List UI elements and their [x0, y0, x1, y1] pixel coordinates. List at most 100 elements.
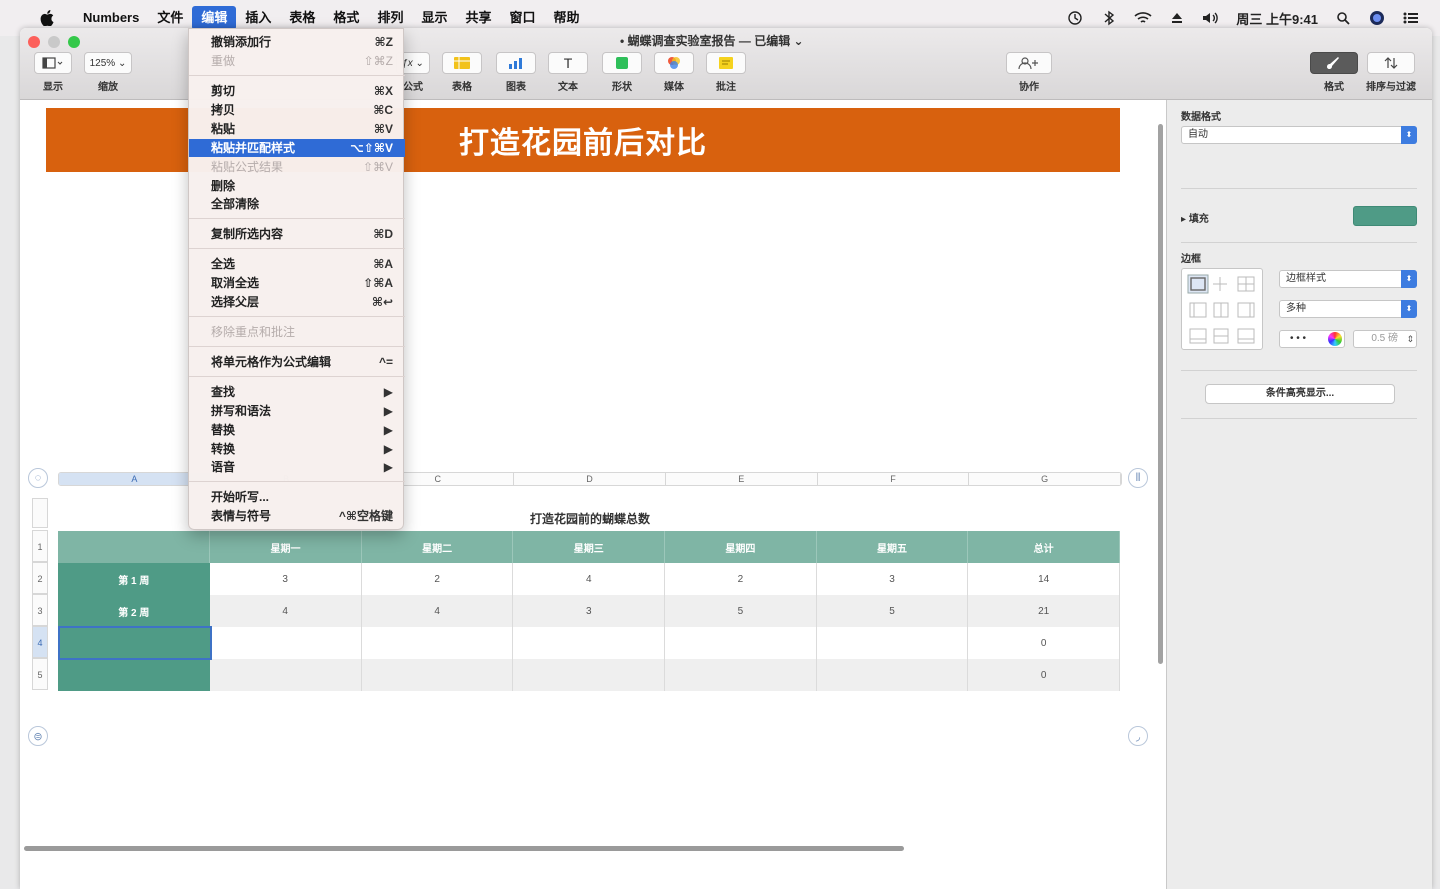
row-header-bar[interactable]: 1 2 3 4 5 — [32, 498, 48, 690]
stepper-icon[interactable]: ⇕ — [1406, 331, 1414, 347]
menu-item-copy[interactable]: 拷贝 ⌘C — [189, 101, 405, 119]
zoom-select[interactable]: 125% ⌄ — [84, 52, 132, 74]
add-row-handle[interactable]: ⊜ — [28, 726, 48, 746]
border-style-select[interactable]: 边框样式 ⬍ — [1279, 270, 1417, 288]
menu-help[interactable]: 帮助 — [545, 6, 589, 30]
menu-item-substitutions[interactable]: 替换 ▶ — [189, 421, 405, 439]
shape-button[interactable] — [602, 52, 642, 74]
header-cell[interactable]: 星期四 — [664, 531, 817, 563]
data-format-select[interactable]: 自动 ⬍ — [1181, 126, 1417, 144]
resize-table-handle[interactable]: ◞ — [1128, 726, 1148, 746]
border-grid-picker[interactable] — [1181, 268, 1263, 350]
table-button[interactable] — [442, 52, 482, 74]
table-cell[interactable]: 14 — [967, 563, 1120, 595]
table-cell[interactable] — [361, 659, 514, 691]
vertical-scrollbar[interactable] — [1158, 124, 1163, 664]
zoom-button[interactable] — [68, 36, 80, 48]
menu-item-paste-match-style[interactable]: 粘贴并匹配样式 ⌥⇧⌘V — [189, 139, 405, 157]
table-cell[interactable] — [209, 659, 362, 691]
menu-window[interactable]: 窗口 — [500, 6, 544, 30]
table-cell[interactable]: 2 — [361, 563, 514, 595]
table-cell[interactable] — [512, 659, 666, 691]
window-title[interactable]: • 蝴蝶调查实验室报告 — 已编辑 ⌄ — [620, 32, 804, 49]
table-cell[interactable] — [664, 627, 817, 659]
bluetooth-icon[interactable] — [1100, 9, 1118, 27]
menu-insert[interactable]: 插入 — [236, 6, 280, 30]
menu-item-find[interactable]: 查找 ▶ — [189, 383, 405, 401]
conditional-highlight-button[interactable]: 条件高亮显示... — [1205, 384, 1395, 404]
banner-title[interactable]: 打造花园前后对比 — [459, 118, 707, 162]
sort-filter-button[interactable] — [1367, 52, 1415, 74]
menu-item-duplicate[interactable]: 复制所选内容 ⌘D — [189, 225, 405, 243]
fill-disclosure[interactable]: ▸ 填充 — [1181, 210, 1209, 225]
header-cell[interactable] — [58, 531, 211, 563]
volume-icon[interactable] — [1202, 9, 1220, 27]
header-cell[interactable]: 总计 — [967, 531, 1120, 563]
border-color-select[interactable]: • • • — [1279, 330, 1345, 348]
menu-item-clear-all[interactable]: 全部清除 — [189, 195, 405, 213]
row-label-cell[interactable] — [58, 659, 210, 691]
table-cell[interactable]: 2 — [664, 563, 817, 595]
menu-item-delete[interactable]: 删除 — [189, 177, 405, 195]
header-cell[interactable]: 星期五 — [816, 531, 969, 563]
table-cell[interactable] — [816, 659, 969, 691]
menu-item-undo[interactable]: 撤销添加行 ⌘Z — [189, 33, 405, 51]
menu-item-cut[interactable]: 剪切 ⌘X — [189, 82, 405, 100]
table-cell[interactable]: 5 — [816, 595, 969, 627]
border-kind-select[interactable]: 多种 ⬍ — [1279, 300, 1417, 318]
menu-item-spelling[interactable]: 拼写和语法 ▶ — [189, 402, 405, 420]
horizontal-scrollbar[interactable] — [24, 846, 904, 851]
menu-share[interactable]: 共享 — [456, 6, 500, 30]
header-cell[interactable]: 星期三 — [512, 531, 666, 563]
notification-center-icon[interactable] — [1402, 9, 1420, 27]
color-wheel-icon[interactable] — [1328, 332, 1342, 346]
table-cell[interactable] — [512, 627, 666, 659]
spotlight-search-icon[interactable] — [1334, 9, 1352, 27]
table-select-handle[interactable]: ◌ — [28, 468, 48, 488]
table-cell[interactable]: 0 — [967, 659, 1120, 691]
data-table[interactable]: 星期一 星期二 星期三 星期四 星期五 总计 第 1 周 3 2 4 2 3 1… — [58, 531, 1120, 691]
table-cell[interactable]: 3 — [816, 563, 969, 595]
table-cell[interactable]: 4 — [361, 595, 514, 627]
text-button[interactable]: T — [548, 52, 588, 74]
row-header-3[interactable]: 3 — [32, 594, 48, 626]
format-button[interactable] — [1310, 52, 1358, 74]
border-width-field[interactable]: 0.5 磅 ⇕ — [1353, 330, 1417, 348]
header-cell[interactable]: 星期一 — [209, 531, 362, 563]
menu-item-start-dictation[interactable]: 开始听写... — [189, 488, 405, 506]
table-cell[interactable] — [664, 659, 817, 691]
menu-table[interactable]: 表格 — [280, 6, 324, 30]
menu-edit[interactable]: 编辑 — [192, 6, 237, 30]
table-cell[interactable] — [816, 627, 969, 659]
row-label-cell[interactable] — [58, 627, 210, 659]
table-cell[interactable]: 21 — [967, 595, 1120, 627]
table-cell[interactable]: 4 — [512, 563, 666, 595]
row-header-1[interactable]: 1 — [32, 530, 48, 562]
table-cell[interactable] — [361, 627, 514, 659]
row-header-5[interactable]: 5 — [32, 658, 48, 690]
column-header-g[interactable]: G — [969, 473, 1121, 485]
menu-item-select-all[interactable]: 全选 ⌘A — [189, 255, 405, 273]
menu-item-speech[interactable]: 语音 ▶ — [189, 458, 405, 476]
table-cell[interactable]: 3 — [512, 595, 666, 627]
comment-button[interactable] — [706, 52, 746, 74]
row-header-4[interactable]: 4 — [32, 626, 48, 658]
apple-icon[interactable] — [38, 9, 56, 27]
collaborate-button[interactable] — [1006, 52, 1052, 74]
chart-button[interactable] — [496, 52, 536, 74]
menu-arrange[interactable]: 排列 — [368, 6, 412, 30]
column-header-d[interactable]: D — [514, 473, 666, 485]
eject-icon[interactable] — [1168, 9, 1186, 27]
table-cell[interactable]: 5 — [664, 595, 817, 627]
header-cell[interactable]: 星期二 — [361, 531, 514, 563]
media-button[interactable] — [654, 52, 694, 74]
column-header-e[interactable]: E — [665, 473, 818, 485]
menu-item-select-parent[interactable]: 选择父层 ⌘↩ — [189, 293, 405, 311]
close-button[interactable] — [28, 36, 40, 48]
table-cell[interactable]: 4 — [209, 595, 362, 627]
menu-item-paste[interactable]: 粘贴 ⌘V — [189, 120, 405, 138]
view-button[interactable] — [34, 52, 72, 74]
minimize-button[interactable] — [48, 36, 60, 48]
row-label-cell[interactable]: 第 2 周 — [58, 595, 210, 627]
wifi-icon[interactable] — [1134, 9, 1152, 27]
